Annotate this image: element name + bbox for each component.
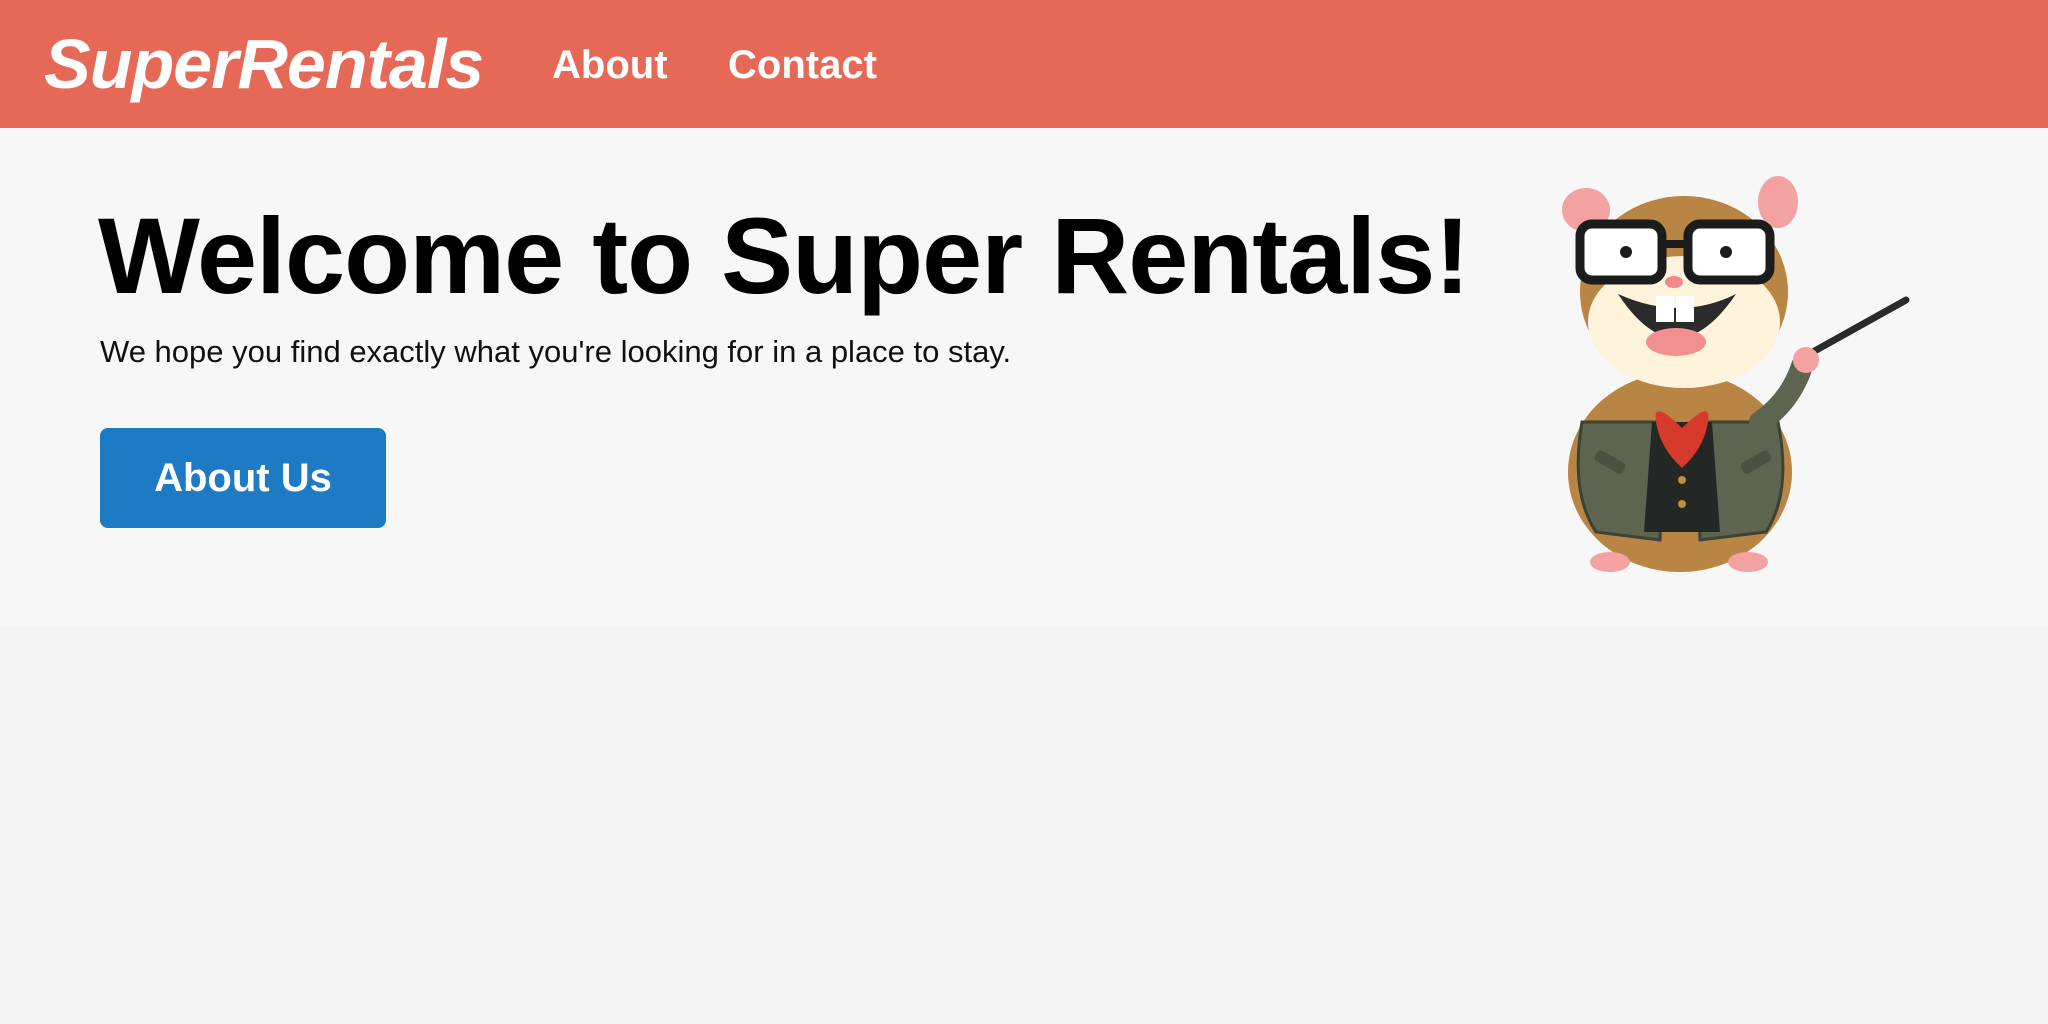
welcome-subtitle: We hope you find exactly what you're loo… xyxy=(100,334,1012,369)
about-us-button[interactable]: About Us xyxy=(100,428,386,528)
top-nav-bar: SuperRentals About Contact xyxy=(0,0,2048,128)
page-title: Welcome to Super Rentals! xyxy=(98,195,1470,316)
tomster-mascot-icon xyxy=(1562,176,1910,572)
nav-link-contact[interactable]: Contact xyxy=(728,40,877,90)
welcome-jumbotron: Welcome to Super Rentals! We hope you fi… xyxy=(0,128,2048,626)
nav-link-about[interactable]: About xyxy=(552,40,668,90)
brand-logo-link[interactable]: SuperRentals xyxy=(44,22,484,106)
